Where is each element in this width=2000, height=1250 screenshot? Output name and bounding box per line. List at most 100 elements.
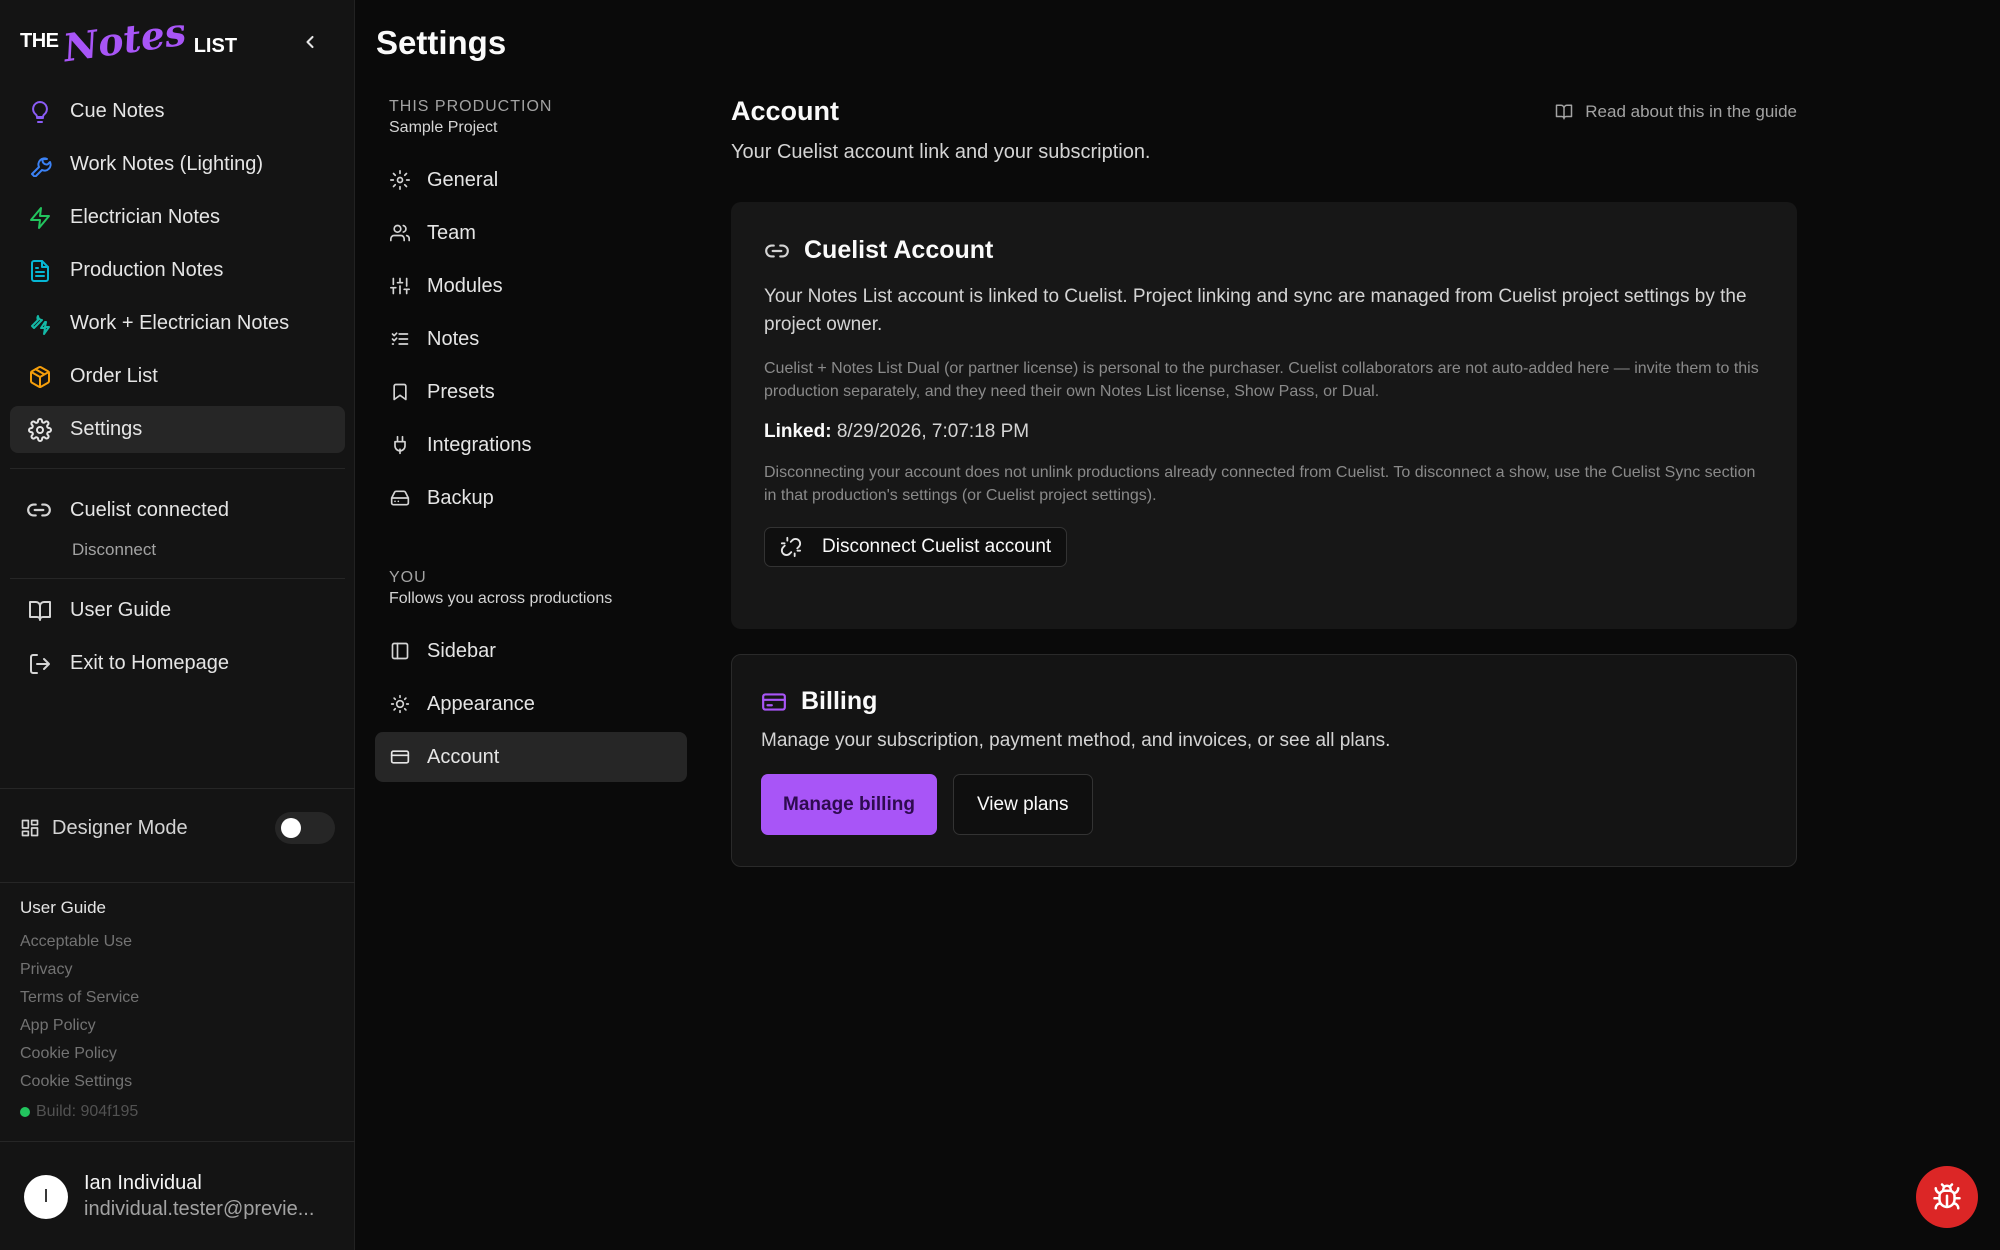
build-info: Build: 904f195 [20,1096,139,1128]
logo-list: LIST [193,34,238,57]
footer-link-acceptable-use[interactable]: Acceptable Use [20,928,139,956]
gear-icon [26,416,54,444]
designer-mode-toggle[interactable] [275,812,335,844]
settings-item-modules[interactable]: Modules [375,261,687,311]
card-header: Cuelist Account [764,236,1764,265]
settings-item-label: Modules [427,274,503,297]
settings-item-notes[interactable]: Notes [375,314,687,364]
account-panel: Account Your Cuelist account link and yo… [731,96,1797,867]
unlink-icon [780,535,804,559]
sun-icon [389,693,411,715]
sidebar-item-work-notes[interactable]: Work Notes (Lighting) [10,141,345,188]
collapse-sidebar-button[interactable] [296,28,324,56]
settings-item-account[interactable]: Account [375,732,687,782]
book-open-icon [1555,102,1575,122]
sidebar-item-label: Exit to Homepage [70,652,229,674]
settings-item-general[interactable]: General [375,155,687,205]
lightbulb-icon [26,98,54,126]
settings-item-label: Account [427,745,500,768]
user-name: Ian Individual [84,1172,202,1194]
logo-the: THE [20,29,59,52]
cuelist-body: Your Notes List account is linked to Cue… [764,286,1747,335]
layout-dashboard-icon [20,817,42,839]
secondary-nav: User Guide Exit to Homepage [10,587,345,693]
sidebar: THE Notes LIST Cue Notes Work Notes (Lig… [0,0,355,1250]
avatar: I [24,1174,68,1219]
credit-card-icon [389,746,411,768]
guide-link[interactable]: Read about this in the guide [1555,102,1797,122]
settings-item-label: Sidebar [427,639,496,662]
link-icon [26,496,54,524]
hard-drive-icon [389,487,411,509]
footer-link-privacy[interactable]: Privacy [20,956,139,984]
sidebar-divider [0,788,355,789]
view-plans-button[interactable]: View plans [952,774,1093,835]
sidebar-item-label: Work Notes (Lighting) [70,153,264,175]
section-subtitle: Your Cuelist account link and your subsc… [731,141,1151,163]
sidebar-item-label: User Guide [70,599,172,621]
footer-links: User Guide Acceptable Use Privacy Terms … [20,898,139,1128]
footer-link-cookie-policy[interactable]: Cookie Policy [20,1040,139,1068]
sidebar-item-work-electrician-notes[interactable]: Work + Electrician Notes [10,300,345,347]
disconnect-cuelist-button[interactable]: Disconnect Cuelist account [764,527,1068,567]
cuelist-account-card: Cuelist Account Your Notes List account … [731,202,1797,629]
sidebar-item-user-guide[interactable]: User Guide [10,587,345,634]
sidebar-item-order-list[interactable]: Order List [10,353,345,400]
chevron-left-icon [306,35,314,49]
settings-item-integrations[interactable]: Integrations [375,420,687,470]
linked-date: Linked: 8/29/2026, 7:07:18 PM [764,421,1764,443]
settings-item-label: General [427,168,499,191]
footer-link-cookie-settings[interactable]: Cookie Settings [20,1068,139,1096]
bookmark-icon [389,381,411,403]
wrench-icon [26,151,54,179]
footer-heading: User Guide [20,898,106,917]
log-out-icon [26,650,54,678]
user-info: Ian Individual individual.tester@previe.… [84,1172,314,1221]
list-checks-icon [389,328,411,350]
settings-item-appearance[interactable]: Appearance [375,679,687,729]
logo-notes: Notes [59,8,189,70]
settings-item-label: Team [427,221,476,244]
sidebar-item-label: Order List [70,365,158,387]
footer-link-terms[interactable]: Terms of Service [20,984,139,1012]
report-bug-button[interactable] [1916,1166,1978,1228]
page-title: Settings [376,24,507,61]
settings-item-presets[interactable]: Presets [375,367,687,417]
settings-item-label: Appearance [427,692,535,715]
sidebar-item-cue-notes[interactable]: Cue Notes [10,88,345,135]
app-logo[interactable]: THE Notes LIST [20,8,238,70]
bug-icon [1933,1183,1961,1210]
settings-item-label: Notes [427,327,480,350]
settings-item-sidebar[interactable]: Sidebar [375,626,687,676]
settings-nav: THIS PRODUCTION Sample Project General T… [375,98,687,785]
sidebar-item-electrician-notes[interactable]: Electrician Notes [10,194,345,241]
settings-item-backup[interactable]: Backup [375,473,687,523]
disconnect-button-label: Disconnect Cuelist account [822,536,1052,557]
credit-card-icon [761,688,789,716]
sidebar-item-label: Work + Electrician Notes [70,312,290,334]
gear-icon [389,169,411,191]
you-subtitle: Follows you across productions [389,590,613,607]
cuelist-status-label: Cuelist connected [70,498,229,521]
sidebar-item-production-notes[interactable]: Production Notes [10,247,345,294]
package-icon [26,363,54,391]
sidebar-item-label: Electrician Notes [70,206,221,228]
toggle-knob [281,818,301,838]
billing-body: Manage your subscription, payment method… [761,730,1391,751]
sidebar-item-settings[interactable]: Settings [10,406,345,453]
user-profile[interactable]: I Ian Individual individual.tester@previ… [24,1172,314,1221]
sidebar-divider [0,882,355,883]
card-header: Billing [761,687,1767,716]
manage-billing-button[interactable]: Manage billing [761,774,937,835]
footer-link-app-policy[interactable]: App Policy [20,1012,139,1040]
sidebar-item-exit[interactable]: Exit to Homepage [10,640,345,687]
wrench-zap-icon [26,310,54,338]
build-label: Build: 904f195 [36,1103,139,1120]
book-open-icon [26,597,54,625]
disconnect-link[interactable]: Disconnect [72,540,156,560]
sidebar-divider [0,1141,355,1142]
sidebar-divider [10,578,345,579]
settings-item-team[interactable]: Team [375,208,687,258]
card-title: Cuelist Account [804,236,994,264]
build-status-dot [20,1107,30,1117]
